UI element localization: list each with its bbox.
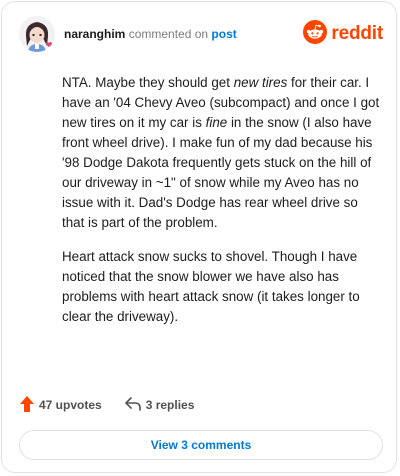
reddit-wordmark: reddit [331,23,383,44]
action-text: commented on [128,27,209,41]
reply-count: 3 replies [145,398,195,412]
username-link[interactable]: naranghim [64,27,125,41]
comment-header: naranghim commented on post reddit [19,16,385,56]
upvote-arrow-icon [19,395,35,416]
user-avatar[interactable] [19,16,55,52]
view-comments-label: View 3 comments [150,438,252,452]
comment-paragraph-1: NTA. Maybe they should get new tires for… [62,73,382,233]
reddit-logo-icon [303,19,328,49]
p1-text-c: in the snow (I also have front wheel dri… [62,115,373,230]
replies-button[interactable]: 3 replies [124,396,195,415]
post-link[interactable]: post [211,27,236,41]
comment-actions: 47 upvotes 3 replies [19,395,194,415]
reddit-brand[interactable]: reddit [303,19,383,49]
p1-text-a: NTA. Maybe they should get [62,75,234,90]
view-comments-button[interactable]: View 3 comments [19,430,383,460]
comment-paragraph-2: Heart attack snow sucks to shovel. Thoug… [62,249,360,324]
upvote-count: 47 upvotes [39,398,102,412]
p1-emphasis-1: new tires [233,75,288,90]
comment-body: NTA. Maybe they should get new tires for… [62,73,382,341]
comment-card: naranghim commented on post reddit NTA. … [1,1,397,473]
comment-meta: naranghim commented on post [64,27,237,41]
reply-arrow-icon [124,396,142,415]
upvote-button[interactable]: 47 upvotes [19,395,102,416]
p1-emphasis-2: fine [205,115,228,130]
